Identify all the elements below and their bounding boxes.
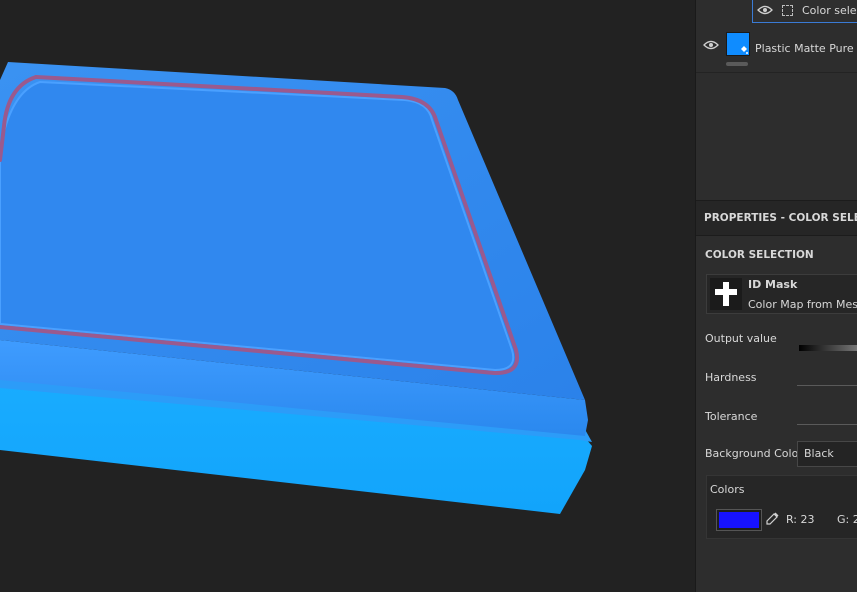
properties-title: PROPERTIES - COLOR SELEC [704, 212, 857, 224]
eye-icon[interactable] [703, 40, 719, 50]
layer-mask-bar [726, 62, 748, 66]
mask-thumbnail [710, 278, 742, 310]
background-color-value: Black [804, 447, 834, 460]
color-swatch-frame[interactable] [716, 509, 762, 531]
red-value: R: 23 [786, 513, 815, 526]
background-color-label: Background Color [705, 447, 803, 460]
output-value-label: Output value [705, 332, 777, 345]
mask-subtitle: Color Map from Mesh D [748, 298, 857, 311]
right-panel: Color select Plastic Matte Pure PROPERTI… [695, 0, 857, 592]
layer-label-color-selection: Color select [802, 4, 857, 17]
eyedropper-icon[interactable] [765, 512, 779, 526]
layer-thumbnail-plastic[interactable] [726, 32, 750, 56]
background-color-select[interactable]: Black [797, 441, 857, 467]
tolerance-slider[interactable] [797, 424, 857, 425]
fill-icon [741, 46, 748, 54]
output-value-gradient-slider[interactable] [799, 345, 857, 351]
id-mask-card[interactable]: ID Mask Color Map from Mesh D [706, 274, 857, 314]
cross-icon [715, 282, 737, 306]
mesh-render[interactable] [0, 0, 695, 592]
layer-divider [696, 72, 857, 73]
color-swatch[interactable] [719, 512, 759, 528]
hardness-slider[interactable] [797, 385, 857, 386]
app-window: Color select Plastic Matte Pure PROPERTI… [0, 0, 857, 592]
viewport-3d[interactable] [0, 0, 695, 592]
tolerance-label: Tolerance [705, 410, 758, 423]
eye-icon[interactable] [757, 5, 773, 15]
colors-label: Colors [710, 483, 745, 496]
layer-label-plastic: Plastic Matte Pure [755, 42, 854, 55]
properties-header: PROPERTIES - COLOR SELEC [696, 200, 857, 236]
selection-icon [782, 5, 793, 16]
hardness-label: Hardness [705, 371, 757, 384]
section-title: COLOR SELECTION [705, 249, 814, 261]
mask-title: ID Mask [748, 278, 798, 291]
colors-group: Colors R: 23 G: 2 [706, 475, 857, 539]
green-value: G: 2 [837, 513, 857, 526]
